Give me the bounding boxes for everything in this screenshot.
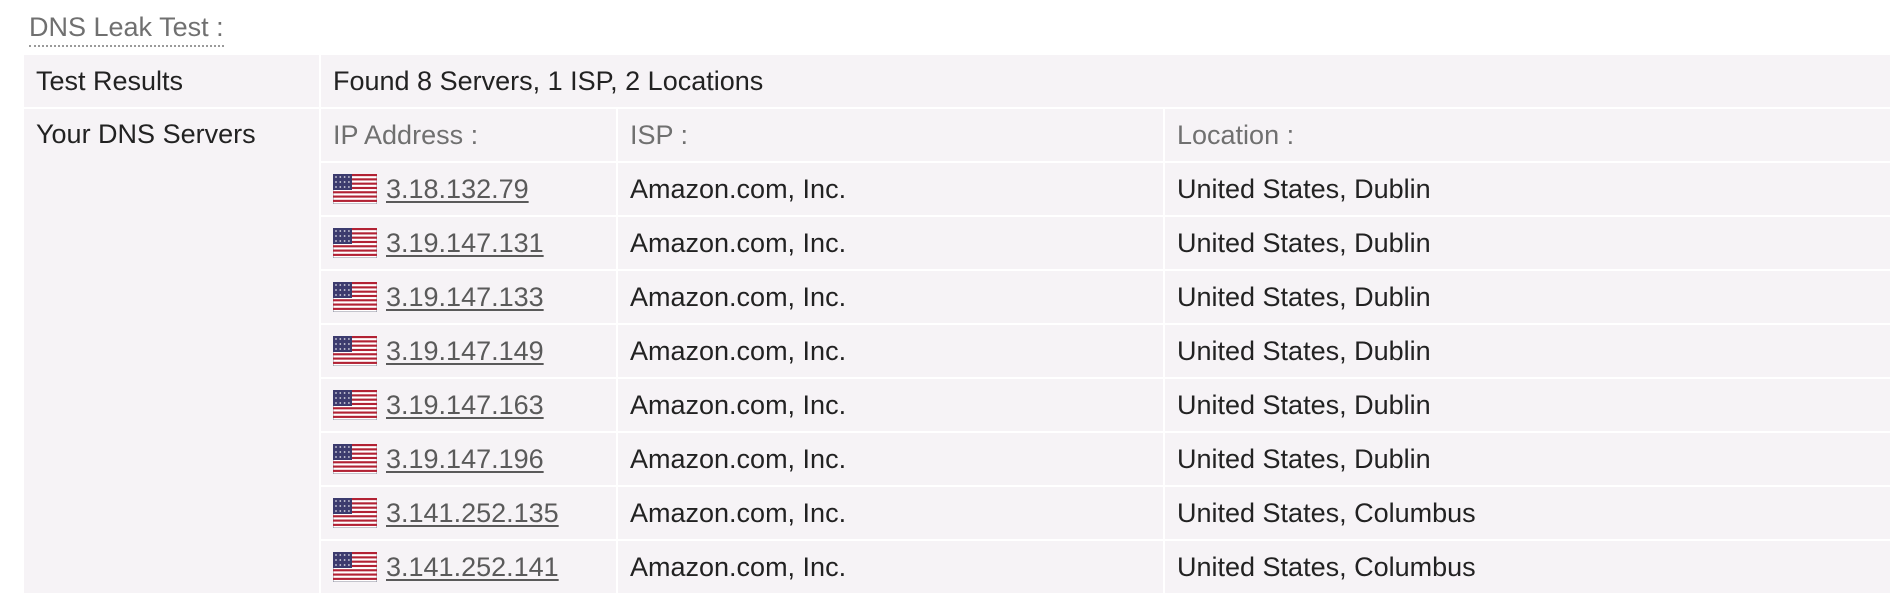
ip-address-link[interactable]: 3.19.147.131 (386, 228, 544, 259)
us-flag-icon (333, 228, 377, 258)
ip-cell: 3.19.147.131 (321, 217, 616, 269)
us-flag-icon (333, 444, 377, 474)
isp-column-header: ISP : (618, 109, 1163, 161)
ip-address-link[interactable]: 3.19.147.163 (386, 390, 544, 421)
servers-header-row: Your DNS Servers IP Address : ISP : Loca… (24, 109, 1890, 593)
location-cell: United States, Dublin (1165, 379, 1890, 431)
us-flag-icon (333, 336, 377, 366)
isp-cell: Amazon.com, Inc. (618, 433, 1163, 485)
isp-cell: Amazon.com, Inc. (618, 541, 1163, 593)
ip-column-header: IP Address : (321, 109, 616, 161)
isp-cell: Amazon.com, Inc. (618, 163, 1163, 215)
isp-cell: Amazon.com, Inc. (618, 487, 1163, 539)
ip-cell: 3.19.147.196 (321, 433, 616, 485)
location-cell: United States, Dublin (1165, 433, 1890, 485)
ip-cell: 3.18.132.79 (321, 163, 616, 215)
location-column-header: Location : (1165, 109, 1890, 161)
section-title: DNS Leak Test : (29, 10, 224, 47)
dns-leak-test-page: DNS Leak Test : Test Results Found 8 Ser… (0, 0, 1904, 606)
summary-value: Found 8 Servers, 1 ISP, 2 Locations (321, 55, 1890, 107)
summary-row: Test Results Found 8 Servers, 1 ISP, 2 L… (24, 55, 1890, 107)
isp-cell: Amazon.com, Inc. (618, 217, 1163, 269)
us-flag-icon (333, 498, 377, 528)
us-flag-icon (333, 390, 377, 420)
isp-cell: Amazon.com, Inc. (618, 379, 1163, 431)
location-cell: United States, Dublin (1165, 325, 1890, 377)
location-cell: United States, Columbus (1165, 541, 1890, 593)
summary-label: Test Results (24, 55, 319, 107)
servers-label: Your DNS Servers (24, 109, 319, 593)
us-flag-icon (333, 174, 377, 204)
ip-address-link[interactable]: 3.18.132.79 (386, 174, 529, 205)
location-cell: United States, Dublin (1165, 271, 1890, 323)
ip-address-link[interactable]: 3.19.147.133 (386, 282, 544, 313)
us-flag-icon (333, 282, 377, 312)
ip-cell: 3.141.252.141 (321, 541, 616, 593)
location-cell: United States, Dublin (1165, 217, 1890, 269)
ip-address-link[interactable]: 3.141.252.135 (386, 498, 559, 529)
ip-address-link[interactable]: 3.141.252.141 (386, 552, 559, 583)
ip-cell: 3.141.252.135 (321, 487, 616, 539)
ip-cell: 3.19.147.133 (321, 271, 616, 323)
isp-cell: Amazon.com, Inc. (618, 271, 1163, 323)
us-flag-icon (333, 552, 377, 582)
ip-address-link[interactable]: 3.19.147.196 (386, 444, 544, 475)
location-cell: United States, Columbus (1165, 487, 1890, 539)
ip-cell: 3.19.147.149 (321, 325, 616, 377)
isp-cell: Amazon.com, Inc. (618, 325, 1163, 377)
ip-cell: 3.19.147.163 (321, 379, 616, 431)
ip-address-link[interactable]: 3.19.147.149 (386, 336, 544, 367)
location-cell: United States, Dublin (1165, 163, 1890, 215)
results-table: Test Results Found 8 Servers, 1 ISP, 2 L… (22, 53, 1892, 595)
